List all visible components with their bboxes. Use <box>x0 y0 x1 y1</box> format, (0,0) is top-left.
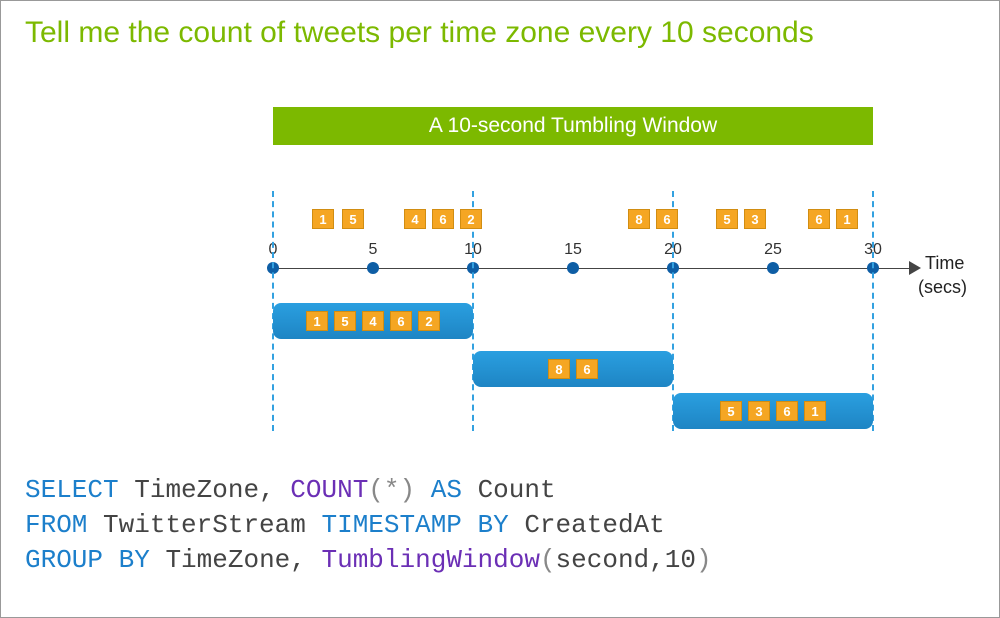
kw-from: FROM <box>25 510 87 540</box>
page-title: Tell me the count of tweets per time zon… <box>1 1 999 50</box>
event-box: 1 <box>836 209 858 229</box>
diagram-area: Time (secs) 051015202530 15462865361 154… <box>273 171 973 471</box>
sql-line-3: GROUP BY TimeZone, TumblingWindow(second… <box>25 543 712 578</box>
window-chip: 4 <box>362 311 384 331</box>
event-box: 8 <box>628 209 650 229</box>
axis-arrowhead-icon <box>909 261 921 275</box>
event-box: 5 <box>342 209 364 229</box>
sql-line-2: FROM TwitterStream TIMESTAMP BY CreatedA… <box>25 508 712 543</box>
window-chip: 2 <box>418 311 440 331</box>
window-chip: 3 <box>748 401 770 421</box>
kw-count: COUNT <box>290 475 368 505</box>
sql-paren-close: ) <box>400 475 416 505</box>
axis-label: Time <box>925 253 964 274</box>
window-boundary-line <box>872 191 874 431</box>
sql-paren-open: ( <box>368 475 384 505</box>
event-box: 5 <box>716 209 738 229</box>
tumbling-window: 15462 <box>273 303 473 339</box>
kw-by: BY <box>119 545 150 575</box>
sql-code-block: SELECT TimeZone, COUNT(*) AS Count FROM … <box>25 473 712 578</box>
window-chip: 6 <box>576 359 598 379</box>
window-chip: 1 <box>804 401 826 421</box>
sql-timezone2: TimeZone <box>165 545 290 575</box>
event-box: 6 <box>432 209 454 229</box>
sql-star: * <box>384 475 400 505</box>
event-box: 4 <box>404 209 426 229</box>
window-chip: 6 <box>776 401 798 421</box>
kw-select: SELECT <box>25 475 119 505</box>
kw-as: AS <box>431 475 462 505</box>
tick-label: 15 <box>564 241 582 259</box>
axis-unit: (secs) <box>918 277 967 298</box>
tumbling-window: 5361 <box>673 393 873 429</box>
sql-line-1: SELECT TimeZone, COUNT(*) AS Count <box>25 473 712 508</box>
sql-paren-close2: ) <box>696 545 712 575</box>
window-chip: 1 <box>306 311 328 331</box>
window-chip: 5 <box>334 311 356 331</box>
event-box: 2 <box>460 209 482 229</box>
kw-timestampby: TIMESTAMP BY <box>321 510 508 540</box>
window-chip: 6 <box>390 311 412 331</box>
tick-label: 5 <box>369 241 378 259</box>
sql-createdat: CreatedAt <box>524 510 664 540</box>
kw-group: GROUP <box>25 545 103 575</box>
sql-alias: Count <box>478 475 556 505</box>
event-box: 1 <box>312 209 334 229</box>
sql-comma2: , <box>290 545 306 575</box>
event-box: 3 <box>744 209 766 229</box>
sql-comma: , <box>259 475 275 505</box>
tick-dot-icon <box>767 262 779 274</box>
tick-dot-icon <box>567 262 579 274</box>
tick-dot-icon <box>367 262 379 274</box>
sql-func: TumblingWindow <box>322 545 540 575</box>
sql-paren-open2: ( <box>540 545 556 575</box>
tumbling-window: 86 <box>473 351 673 387</box>
event-box: 6 <box>656 209 678 229</box>
window-chip: 5 <box>720 401 742 421</box>
window-banner: A 10-second Tumbling Window <box>273 107 873 145</box>
window-chip: 8 <box>548 359 570 379</box>
event-box: 6 <box>808 209 830 229</box>
sql-stream: TwitterStream <box>103 510 306 540</box>
sql-args: second,10 <box>556 545 696 575</box>
tick-label: 25 <box>764 241 782 259</box>
sql-field-timezone: TimeZone <box>134 475 259 505</box>
